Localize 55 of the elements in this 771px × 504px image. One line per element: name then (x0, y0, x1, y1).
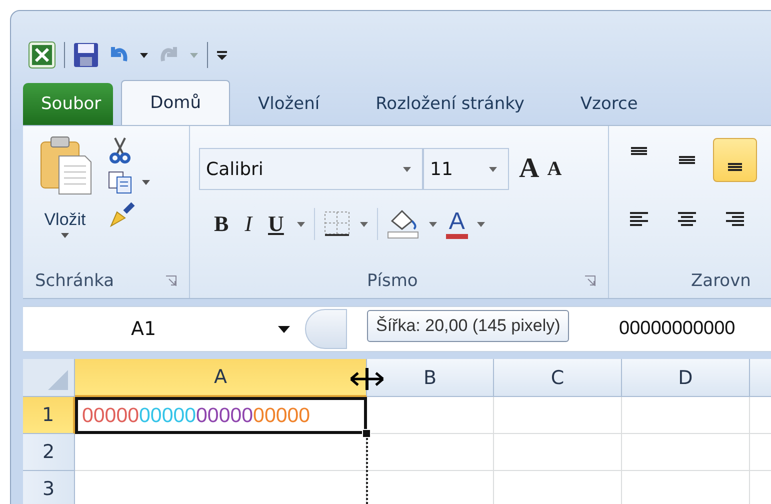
save-icon[interactable] (73, 42, 99, 68)
excel-logo-icon[interactable] (28, 41, 56, 69)
caret-icon (60, 232, 70, 239)
table-cell[interactable]: 00000000000000000000 (75, 397, 367, 434)
scissors-icon[interactable] (107, 136, 133, 164)
bold-button[interactable]: B (210, 211, 233, 237)
ribbon-tab[interactable]: Rozložení stránky (348, 83, 552, 125)
column-header[interactable]: B (367, 359, 494, 397)
table-cell[interactable] (622, 397, 750, 434)
ribbon-tab[interactable]: Vložení (230, 83, 348, 125)
underline-button[interactable]: U (264, 211, 288, 237)
resize-cursor-icon (349, 367, 385, 391)
customize-menu-icon[interactable] (216, 49, 228, 61)
group-label: Schránka (35, 271, 114, 291)
group-label: Zarovn (691, 271, 751, 291)
paintbrush-icon[interactable] (107, 200, 137, 230)
file-tab[interactable]: Soubor (23, 83, 114, 125)
align-center-icon (677, 210, 697, 226)
row-header[interactable]: 3 (23, 471, 75, 504)
row-header[interactable]: 1 (23, 397, 75, 434)
shrink-font-button[interactable]: A (543, 158, 566, 180)
align-top-icon (629, 147, 649, 155)
row-header[interactable]: 2 (23, 434, 75, 471)
ribbon-tab[interactable]: Domů (121, 80, 230, 125)
ribbon-tab[interactable]: Vzorce (552, 83, 666, 125)
triangle-icon (46, 368, 70, 392)
align-bottom-icon (725, 163, 745, 171)
formula-field[interactable]: 00000000000 (619, 318, 736, 340)
align-right-icon (725, 210, 745, 226)
grow-font-button[interactable]: A (515, 153, 544, 185)
column-header[interactable]: A (75, 359, 367, 397)
column-header[interactable]: D (622, 359, 750, 397)
align-left-icon (629, 210, 649, 226)
dialog-launcher-icon[interactable] (584, 275, 596, 287)
tooltip: Šířka: 20,00 (145 pixely) (367, 310, 570, 342)
group-label: Písmo (367, 271, 418, 291)
italic-button[interactable]: I (240, 211, 256, 237)
caret-icon[interactable] (139, 51, 149, 59)
font-color-button[interactable]: A (446, 210, 468, 238)
align-button[interactable] (713, 138, 757, 182)
caret-icon[interactable] (141, 178, 151, 186)
table-cell[interactable] (494, 434, 622, 471)
caret-icon[interactable] (277, 324, 291, 334)
fill-bucket-icon[interactable] (386, 209, 420, 239)
paste-button[interactable]: Vložit (23, 126, 97, 264)
font-name-field[interactable]: Calibri (199, 148, 423, 190)
borders-icon[interactable] (322, 210, 351, 238)
name-box[interactable]: A1 (23, 318, 305, 340)
align-middle-icon (677, 156, 697, 164)
dialog-launcher-icon[interactable] (165, 275, 177, 287)
table-cell[interactable] (494, 397, 622, 434)
table-cell[interactable] (622, 434, 750, 471)
fill-handle[interactable] (362, 429, 371, 438)
column-header[interactable]: C (494, 359, 622, 397)
font-size-field[interactable]: 11 (423, 148, 509, 190)
